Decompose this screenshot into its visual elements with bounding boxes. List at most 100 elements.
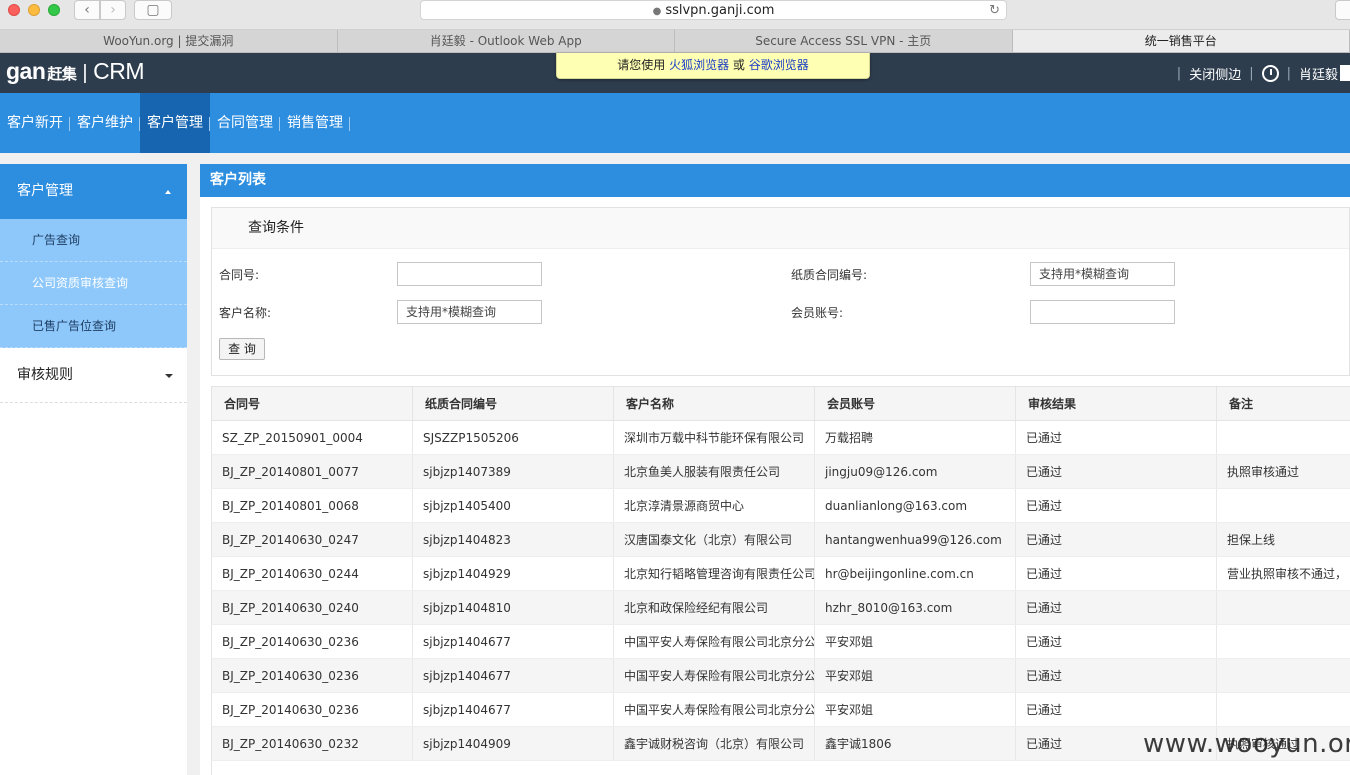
cell-contract-no: BJ_ZP_20140630_0244 <box>211 556 413 591</box>
member-account-label: 会员账号: <box>791 306 844 320</box>
cell-remarks <box>1216 658 1350 693</box>
table-row[interactable]: BJ_ZP_20140630_0236 sjbjzp1404677 中国平安人寿保险… <box>211 658 1350 693</box>
cell-contract-no: BJ_ZP_20140801_0068 <box>211 488 413 523</box>
nav-new-customer[interactable]: 客户新开 <box>0 93 70 153</box>
cell-review-result: 已通过 <box>1015 420 1217 455</box>
firefox-link[interactable]: 火狐浏览器 <box>669 58 729 72</box>
cell-review-result: 已通过 <box>1015 522 1217 557</box>
cell-customer-name: 北京淳清景源商贸中心 <box>613 488 815 523</box>
table-row[interactable]: BJ_ZP_20140630_0236 sjbjzp1404677 中国平安人寿保险… <box>211 624 1350 659</box>
cell-remarks <box>1216 420 1350 455</box>
cell-member-account: hantangwenhua99@126.com <box>814 522 1016 557</box>
logout-icon[interactable] <box>1340 65 1350 81</box>
sidebar-group-review-rules[interactable]: 审核规则 <box>0 348 187 403</box>
table-row[interactable]: SZ_ZP_20150901_0004 SJSZZP1505206 深圳市万载中科节… <box>211 420 1350 455</box>
col-remarks[interactable]: 备注 <box>1216 386 1350 421</box>
contract-no-label: 合同号: <box>219 268 260 282</box>
table-row[interactable]: BJ_ZP_20140630_0247 sjbjzp1404823 汉唐国泰文化（北… <box>211 522 1350 557</box>
main-nav: 客户新开 客户维护 客户管理 合同管理 销售管理 <box>0 93 1350 153</box>
table-row[interactable]: BJ_ZP_20140801_0077 sjbjzp1407389 北京鱼美人服装有… <box>211 454 1350 489</box>
col-contract-no[interactable]: 合同号 <box>211 386 413 421</box>
app-header: gan 赶集 | CRM 请您使用 火狐浏览器 或 谷歌浏览器 | 关闭侧边 | | … <box>0 53 1350 93</box>
customer-table: 合同号 纸质合同编号 客户名称 会员账号 审核结果 备注 SZ_ZP_20150… <box>211 386 1350 761</box>
sidebar-group-customer-management[interactable]: 客户管理 <box>0 164 187 219</box>
cell-review-result: 已通过 <box>1015 556 1217 591</box>
minimize-window-button[interactable] <box>28 4 40 16</box>
sidebar-item-sold-ad-query[interactable]: 已售广告位查询 <box>0 305 187 348</box>
share-button[interactable] <box>1335 0 1350 20</box>
cell-customer-name: 深圳市万载中科节能环保有限公司 <box>613 420 815 455</box>
forward-button[interactable]: › <box>100 0 126 20</box>
cell-review-result: 已通过 <box>1015 624 1217 659</box>
close-window-button[interactable] <box>8 4 20 16</box>
table-row[interactable]: BJ_ZP_20140801_0068 sjbjzp1405400 北京淳清景源商贸… <box>211 488 1350 523</box>
cell-paper-contract-no: sjbjzp1404823 <box>412 522 614 557</box>
caret-up-icon <box>165 190 171 194</box>
cell-member-account: jingju09@126.com <box>814 454 1016 489</box>
table-row[interactable]: BJ_ZP_20140630_0236 sjbjzp1404677 中国平安人寿保险… <box>211 692 1350 727</box>
logo[interactable]: gan 赶集 | CRM <box>6 58 144 85</box>
col-paper-contract-no[interactable]: 纸质合同编号 <box>412 386 614 421</box>
logo-cn: 赶集 <box>47 66 77 83</box>
paper-contract-no-input[interactable]: 支持用*模糊查询 <box>1030 262 1175 286</box>
cell-contract-no: SZ_ZP_20150901_0004 <box>211 420 413 455</box>
cell-remarks <box>1216 624 1350 659</box>
user-name[interactable]: 肖廷毅 <box>1299 64 1338 83</box>
sidebar-toggle-icon[interactable]: ▢ <box>134 0 172 20</box>
chrome-link[interactable]: 谷歌浏览器 <box>749 58 809 72</box>
header-actions: | 关闭侧边 | | 肖廷毅 <box>1169 53 1350 93</box>
col-customer-name[interactable]: 客户名称 <box>613 386 815 421</box>
cell-customer-name: 中国平安人寿保险有限公司北京分公 <box>613 624 815 659</box>
nav-sales-management[interactable]: 销售管理 <box>280 93 350 153</box>
sidebar-item-ad-query[interactable]: 广告查询 <box>0 219 187 262</box>
col-review-result[interactable]: 审核结果 <box>1015 386 1217 421</box>
cell-member-account: hr@beijingonline.com.cn <box>814 556 1016 591</box>
zoom-window-button[interactable] <box>48 4 60 16</box>
watermark: www.wooyun.org <box>1143 729 1350 759</box>
cell-paper-contract-no: sjbjzp1405400 <box>412 488 614 523</box>
table-row[interactable]: BJ_ZP_20140630_0244 sjbjzp1404929 北京知行韬略管理… <box>211 556 1350 591</box>
paper-contract-no-label: 纸质合同编号: <box>791 268 868 282</box>
page-title: 客户列表 <box>200 164 1350 197</box>
cell-paper-contract-no: sjbjzp1404909 <box>412 726 614 761</box>
cell-paper-contract-no: sjbjzp1404677 <box>412 624 614 659</box>
cell-paper-contract-no: sjbjzp1407389 <box>412 454 614 489</box>
cell-remarks: 担保上线 <box>1216 522 1350 557</box>
cell-member-account: 平安邓姐 <box>814 624 1016 659</box>
cell-remarks: 营业执照审核不通过， <box>1216 556 1350 591</box>
member-account-input[interactable] <box>1030 300 1175 324</box>
cell-contract-no: BJ_ZP_20140630_0236 <box>211 624 413 659</box>
table-footer <box>211 761 1350 775</box>
tab-wooyun[interactable]: WooYun.org | 提交漏洞 <box>0 30 338 52</box>
tab-outlook[interactable]: 肖廷毅 - Outlook Web App <box>338 30 675 52</box>
logo-separator: | <box>82 62 88 84</box>
tab-sslvpn[interactable]: Secure Access SSL VPN - 主页 <box>675 30 1013 52</box>
nav-customer-management[interactable]: 客户管理 <box>140 93 210 153</box>
cell-paper-contract-no: SJSZZP1505206 <box>412 420 614 455</box>
cell-review-result: 已通过 <box>1015 658 1217 693</box>
cell-contract-no: BJ_ZP_20140801_0077 <box>211 454 413 489</box>
back-button[interactable]: ‹ <box>74 0 100 20</box>
cell-paper-contract-no: sjbjzp1404677 <box>412 658 614 693</box>
cell-contract-no: BJ_ZP_20140630_0232 <box>211 726 413 761</box>
customer-name-input[interactable]: 支持用*模糊查询 <box>397 300 542 324</box>
cell-customer-name: 中国平安人寿保险有限公司北京分公 <box>613 692 815 727</box>
sidebar-item-qualification-query[interactable]: 公司资质审核查询 <box>0 262 187 305</box>
cell-contract-no: BJ_ZP_20140630_0247 <box>211 522 413 557</box>
col-member-account[interactable]: 会员账号 <box>814 386 1016 421</box>
cell-contract-no: BJ_ZP_20140630_0236 <box>211 658 413 693</box>
tab-sales-platform[interactable]: 统一销售平台 <box>1012 30 1350 52</box>
cell-member-account: 平安邓姐 <box>814 658 1016 693</box>
query-panel-title: 查询条件 <box>212 208 1349 249</box>
nav-contract-management[interactable]: 合同管理 <box>210 93 280 153</box>
close-sidebar-link[interactable]: 关闭侧边 <box>1189 64 1241 83</box>
nav-customer-maintenance[interactable]: 客户维护 <box>70 93 140 153</box>
alarm-clock-icon[interactable] <box>1261 64 1279 82</box>
query-button[interactable]: 查 询 <box>219 338 265 360</box>
sidebar-group-label: 客户管理 <box>17 183 73 199</box>
table-row[interactable]: BJ_ZP_20140630_0240 sjbjzp1404810 北京和政保险经纪… <box>211 590 1350 625</box>
reload-icon[interactable]: ↻ <box>989 1 1000 20</box>
query-panel: 查询条件 合同号: 纸质合同编号: 支持用*模糊查询 客户名称: 支持用*模糊查… <box>211 207 1350 376</box>
address-bar[interactable]: ● sslvpn.ganji.com ↻ <box>420 0 1007 20</box>
contract-no-input[interactable] <box>397 262 542 286</box>
